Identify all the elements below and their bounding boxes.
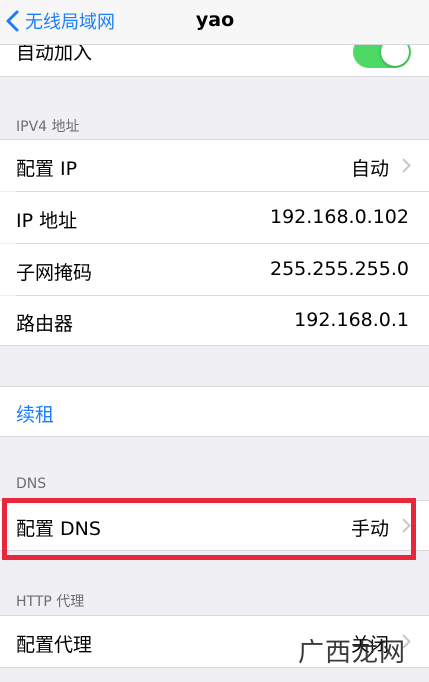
ip-address-label: IP 地址 <box>16 210 78 232</box>
renew-lease-label: 续租 <box>16 404 55 426</box>
chevron-left-icon <box>6 10 19 32</box>
configure-dns-label: 配置 DNS <box>16 518 101 540</box>
configure-ip-value: 自动 <box>350 158 389 180</box>
navigation-bar: 无线局域网 yao <box>0 0 429 45</box>
router-row: 路由器 192.168.0.1 <box>0 296 429 345</box>
configure-ip-row[interactable]: 配置 IP 自动 <box>0 140 429 191</box>
renew-lease-row[interactable]: 续租 <box>0 387 429 436</box>
subnet-mask-label: 子网掩码 <box>16 262 93 284</box>
divider <box>0 550 429 551</box>
configure-proxy-label: 配置代理 <box>16 634 93 656</box>
configure-dns-row[interactable]: 配置 DNS 手动 <box>0 501 429 550</box>
router-label: 路由器 <box>16 313 74 335</box>
divider <box>0 345 429 346</box>
configure-dns-value: 手动 <box>350 518 389 540</box>
watermark: 广西龙网 <box>298 638 407 668</box>
ip-address-value: 192.168.0.102 <box>269 206 409 228</box>
back-button-label: 无线局域网 <box>25 12 115 33</box>
chevron-right-icon <box>402 158 411 173</box>
configure-ip-label: 配置 IP <box>16 158 78 180</box>
dns-section-header: DNS <box>16 476 47 492</box>
back-button[interactable]: 无线局域网 <box>6 8 115 34</box>
divider <box>0 76 429 77</box>
http-proxy-section-header: HTTP 代理 <box>16 594 85 610</box>
ipv4-section-header: IPV4 地址 <box>16 119 80 135</box>
ip-address-row: IP 地址 192.168.0.102 <box>0 192 429 243</box>
subnet-mask-value: 255.255.255.0 <box>269 258 409 280</box>
router-value: 192.168.0.1 <box>294 309 409 331</box>
divider <box>0 436 429 437</box>
subnet-mask-row: 子网掩码 255.255.255.0 <box>0 244 429 295</box>
chevron-right-icon <box>402 518 411 533</box>
page-title: yao <box>195 9 235 31</box>
